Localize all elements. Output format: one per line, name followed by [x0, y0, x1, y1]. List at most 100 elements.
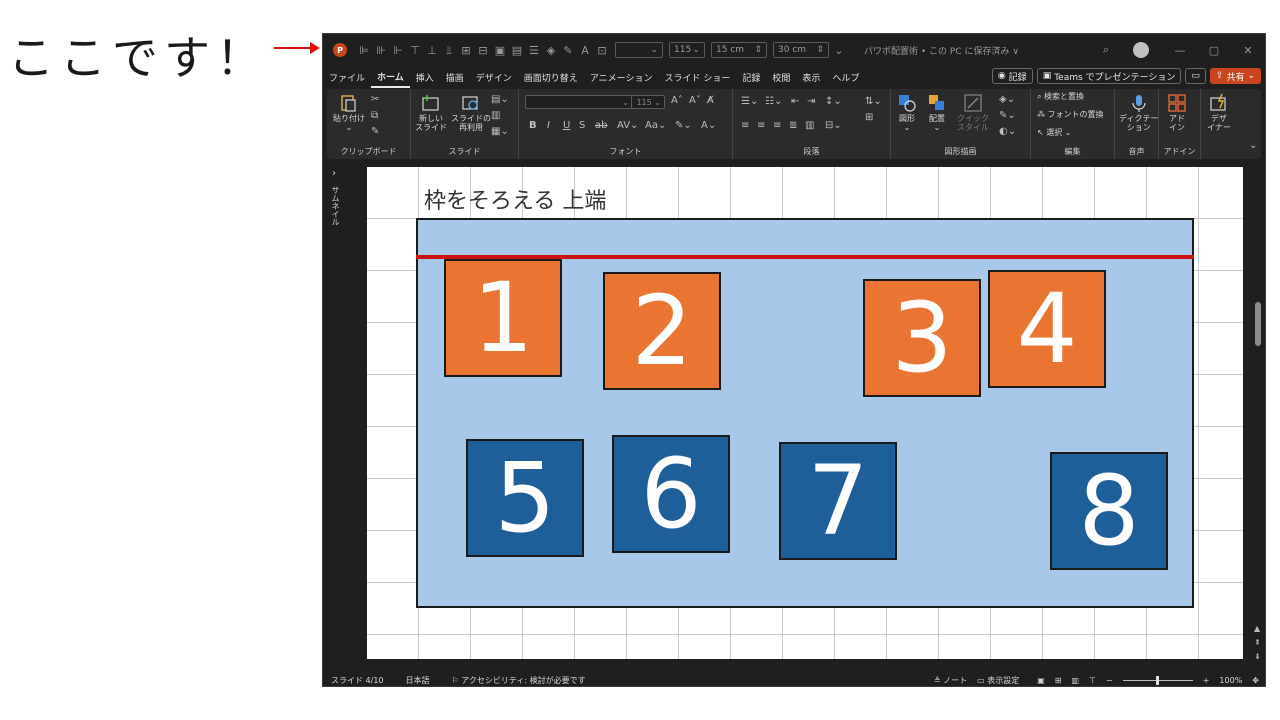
align-top-icon[interactable]: ⊤	[408, 43, 422, 57]
box-4[interactable]: 4	[988, 270, 1106, 388]
align-center-text-icon[interactable]: ≡	[757, 121, 765, 131]
record-button[interactable]: ◉ 記録	[991, 68, 1033, 84]
cut-icon[interactable]: ✂	[371, 95, 379, 105]
tab-transitions[interactable]: 画面切り替え	[518, 66, 584, 88]
share-button[interactable]: ⇪ 共有 ⌄	[1209, 68, 1261, 84]
language-indicator[interactable]: 日本語	[406, 675, 430, 686]
justify-icon[interactable]: ≣	[789, 121, 797, 131]
align-center-icon[interactable]: ⊪	[374, 43, 388, 57]
zoom-in-icon[interactable]: +	[1203, 676, 1210, 685]
distribute-horizontal-icon[interactable]: ⊞	[459, 43, 473, 57]
format-painter-icon[interactable]: ✎	[371, 127, 379, 137]
bullets-icon[interactable]: ☰⌄	[741, 97, 758, 107]
align-right-icon[interactable]: ⊩	[391, 43, 405, 57]
notes-button[interactable]: ≜ ノート	[934, 675, 967, 686]
shape-fill-icon[interactable]: ◈	[544, 43, 558, 57]
align-bottom-icon[interactable]: ⫫	[442, 43, 456, 57]
slide-title[interactable]: 枠をそろえる 上端	[424, 183, 606, 215]
document-title[interactable]: パワポ配置術 • この PC に保存済み ∨	[864, 44, 1019, 57]
bold-icon[interactable]: B	[529, 121, 537, 131]
increase-indent-icon[interactable]: ⇥	[807, 97, 815, 107]
font-size-box[interactable]: 115 ⌄	[669, 42, 705, 58]
slide[interactable]: 枠をそろえる 上端 1 2 3 4 5 6 7 8	[367, 167, 1243, 659]
zoom-slider-knob[interactable]	[1155, 675, 1159, 685]
numbering-icon[interactable]: ☷⌄	[765, 97, 782, 107]
scrollbar-thumb[interactable]	[1255, 302, 1261, 346]
comments-button[interactable]: ▭	[1185, 68, 1206, 84]
close-icon[interactable]: ✕	[1231, 34, 1265, 66]
normal-view-icon[interactable]: ▣	[1037, 676, 1045, 685]
text-direction-icon[interactable]: ⇅⌄	[865, 97, 882, 107]
decrease-font-icon[interactable]: A˅	[689, 96, 701, 106]
distribute-vertical-icon[interactable]: ⊟	[476, 43, 490, 57]
reuse-slide-button[interactable]: スライドの 再利用	[451, 93, 491, 133]
addins-button[interactable]: アド イン	[1167, 93, 1187, 133]
line-spacing-icon[interactable]: ☰	[527, 43, 541, 57]
shape-outline-icon[interactable]: ✎⌄	[999, 111, 1016, 121]
tab-home[interactable]: ホーム	[371, 66, 410, 88]
font-name-box[interactable]: ⌄	[615, 42, 663, 58]
tab-help[interactable]: ヘルプ	[826, 66, 865, 88]
tab-draw[interactable]: 描画	[440, 66, 470, 88]
tab-review[interactable]: 校閲	[766, 66, 796, 88]
columns-icon[interactable]: ▥	[805, 121, 814, 131]
zoom-level[interactable]: 100%	[1219, 676, 1242, 685]
box-8[interactable]: 8	[1050, 452, 1168, 570]
highlight-icon[interactable]: ✎⌄	[675, 121, 692, 131]
thumbnail-pane[interactable]: › サムネイル	[323, 162, 349, 672]
strikethrough-icon[interactable]: ab	[595, 121, 607, 131]
tab-animations[interactable]: アニメーション	[584, 66, 659, 88]
align-left-icon[interactable]: ⊫	[357, 43, 371, 57]
smartart-icon[interactable]: ⊞	[865, 113, 873, 123]
box-1[interactable]: 1	[444, 259, 562, 377]
tab-insert[interactable]: 挿入	[410, 66, 440, 88]
align-left-text-icon[interactable]: ≡	[741, 121, 749, 131]
reset-icon[interactable]: ▥	[491, 111, 500, 121]
arrange-button[interactable]: 配置 ⌄	[927, 93, 947, 133]
box-5[interactable]: 5	[466, 439, 584, 557]
char-spacing-icon[interactable]: AV⌄	[617, 121, 638, 131]
scroll-up-icon[interactable]: ▲	[1254, 624, 1260, 633]
shapes-button[interactable]: 図形 ⌄	[897, 93, 917, 133]
font-size-select[interactable]: 115 ⌄	[631, 95, 665, 109]
shadow-icon[interactable]: S	[579, 121, 585, 131]
change-case-icon[interactable]: Aa⌄	[645, 121, 666, 131]
bring-forward-icon[interactable]: ▣	[493, 43, 507, 57]
align-middle-icon[interactable]: ⊥	[425, 43, 439, 57]
tab-view[interactable]: 表示	[796, 66, 826, 88]
box-3[interactable]: 3	[863, 279, 981, 397]
zoom-slider[interactable]	[1122, 675, 1193, 685]
font-name-select[interactable]: ⌄	[525, 95, 633, 109]
find-replace-button[interactable]: ⌕ 検索と置換	[1037, 92, 1084, 102]
fit-slide-icon[interactable]: ✥	[1252, 676, 1259, 685]
decrease-indent-icon[interactable]: ⇤	[791, 97, 799, 107]
customize-qat-icon[interactable]: ⌄	[832, 43, 846, 57]
line-spacing-icon[interactable]: ↕⌄	[825, 97, 842, 107]
text-box-icon[interactable]: ⊡	[595, 43, 609, 57]
italic-icon[interactable]: I	[547, 121, 550, 131]
slide-sorter-icon[interactable]: ⊞	[1055, 676, 1062, 685]
quick-style-button[interactable]: クイック スタイル	[957, 93, 989, 133]
prev-slide-icon[interactable]: ⇞	[1254, 638, 1261, 647]
increase-font-icon[interactable]: A˄	[671, 96, 683, 106]
align-text-icon[interactable]: ⊟⌄	[825, 121, 842, 131]
box-7[interactable]: 7	[779, 442, 897, 560]
section-icon[interactable]: ▦⌄	[491, 127, 509, 137]
teams-present-button[interactable]: ▣ Teams でプレゼンテーション	[1036, 68, 1182, 84]
vertical-scrollbar[interactable]: ▲ ⇞ ⇟	[1251, 162, 1265, 672]
ribbon-collapse-icon[interactable]: ⌄	[1249, 141, 1257, 151]
shape-fill-icon[interactable]: ◈⌄	[999, 95, 1015, 105]
shape-outline-icon[interactable]: ✎	[561, 43, 575, 57]
shape-height-box[interactable]: 30 cm ⇕	[773, 42, 829, 58]
chevron-right-icon[interactable]: ›	[332, 168, 336, 179]
box-6[interactable]: 6	[612, 435, 730, 553]
display-settings-button[interactable]: ▭ 表示設定	[977, 675, 1019, 686]
dictate-button[interactable]: ディクテー ション	[1119, 93, 1158, 133]
font-replace-button[interactable]: ⁂ フォントの置換	[1037, 110, 1104, 120]
next-slide-icon[interactable]: ⇟	[1254, 652, 1261, 661]
font-color-icon[interactable]: A⌄	[701, 121, 716, 131]
copy-icon[interactable]: ⧉	[371, 111, 378, 121]
accessibility-status[interactable]: ⚐ アクセシビリティ: 検討が必要です	[452, 675, 586, 686]
select-button[interactable]: ↖ 選択 ⌄	[1037, 128, 1072, 138]
shape-effects-icon[interactable]: ◐⌄	[999, 127, 1016, 137]
